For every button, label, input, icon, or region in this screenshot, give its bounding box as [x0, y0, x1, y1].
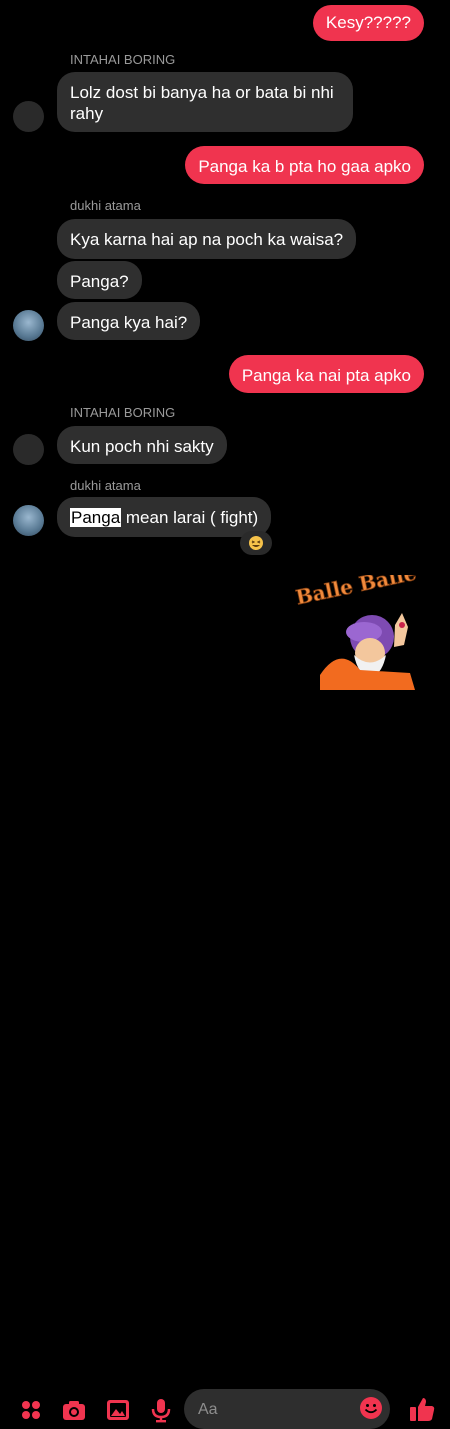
- message-text: Kesy?????: [325, 13, 411, 32]
- highlighted-text: Panga: [70, 508, 122, 527]
- thumbs-up-icon[interactable]: [408, 1395, 436, 1423]
- message-text: Panga kya hai?: [70, 313, 188, 332]
- message-input-field[interactable]: [184, 1389, 390, 1429]
- avatar[interactable]: [13, 101, 44, 132]
- message-input[interactable]: [196, 1397, 350, 1423]
- message-bubble-incoming[interactable]: Kya karna hai ap na poch ka waisa?: [57, 219, 357, 259]
- message-bubble-incoming[interactable]: Panga?: [57, 261, 142, 299]
- message-bubble-outgoing[interactable]: Panga ka nai pta apko: [228, 355, 424, 393]
- sender-name: dukhi atama: [70, 198, 141, 213]
- camera-icon[interactable]: [61, 1397, 87, 1423]
- avatar[interactable]: [13, 434, 44, 465]
- emoji-icon[interactable]: [359, 1396, 383, 1420]
- message-text: mean larai ( fight): [121, 508, 259, 527]
- message-reaction[interactable]: [240, 531, 272, 555]
- message-text: Kun poch nhi sakty: [70, 437, 214, 456]
- conversation: Kesy????? INTAHAI BORING Lolz dost bi ba…: [0, 0, 450, 690]
- sticker-text: Balle Balle: [293, 575, 418, 610]
- message-bubble-incoming[interactable]: Kun poch nhi sakty: [57, 426, 227, 464]
- message-bubble-outgoing[interactable]: Panga ka b pta ho gaa apko: [185, 146, 424, 184]
- message-text: Kya karna hai ap na poch ka waisa?: [70, 230, 344, 249]
- sender-name: INTAHAI BORING: [70, 405, 176, 420]
- message-text: Lolz dost bi banya ha or bata bi nhi rah…: [70, 83, 334, 123]
- message-bubble-outgoing[interactable]: Kesy?????: [312, 5, 424, 41]
- sender-name: INTAHAI BORING: [70, 52, 176, 67]
- message-text: Panga?: [70, 272, 129, 291]
- avatar[interactable]: [13, 310, 44, 341]
- balle-balle-sticker[interactable]: Balle Balle: [290, 575, 430, 690]
- grid-icon[interactable]: [18, 1397, 44, 1423]
- message-bubble-incoming[interactable]: Panga kya hai?: [57, 302, 201, 340]
- laughing-emoji-icon: [249, 536, 263, 550]
- message-bubble-incoming[interactable]: Panga mean larai ( fight): [57, 497, 272, 537]
- message-bubble-incoming[interactable]: Lolz dost bi banya ha or bata bi nhi rah…: [57, 72, 353, 132]
- message-text: Panga ka nai pta apko: [241, 366, 411, 385]
- avatar[interactable]: [13, 505, 44, 536]
- gallery-icon[interactable]: [105, 1397, 131, 1423]
- microphone-icon[interactable]: [148, 1397, 174, 1423]
- message-composer: [0, 690, 450, 1429]
- sender-name: dukhi atama: [70, 478, 141, 493]
- message-text: Panga ka b pta ho gaa apko: [198, 157, 411, 176]
